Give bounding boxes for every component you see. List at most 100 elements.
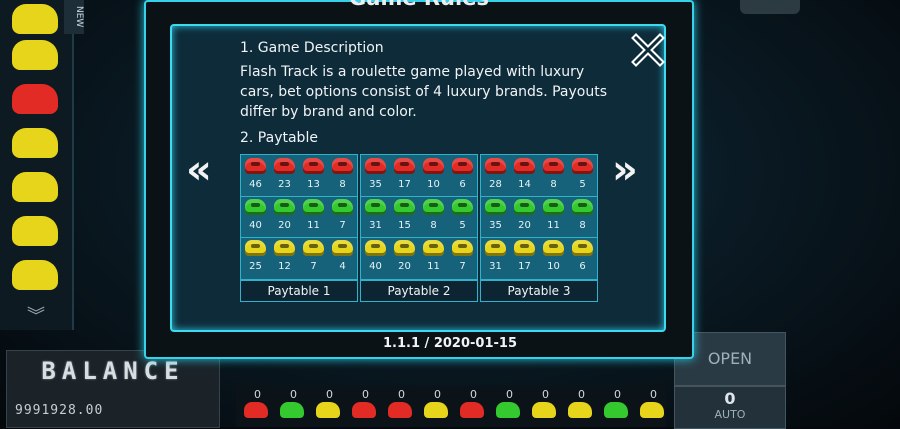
bet-car-icon[interactable] xyxy=(424,402,448,418)
menu-button[interactable] xyxy=(740,0,800,14)
row-divider xyxy=(241,237,357,238)
payout-value: 5 xyxy=(579,179,586,190)
red-car-icon xyxy=(245,158,266,174)
red-car-icon xyxy=(332,158,353,174)
history-car-icon xyxy=(12,260,58,290)
bet-car-icon[interactable] xyxy=(496,402,520,418)
paytable-cell: 31 xyxy=(481,237,510,278)
red-car-icon xyxy=(485,158,506,174)
yellow-car-icon xyxy=(485,240,506,256)
payout-value: 6 xyxy=(459,179,466,190)
paytable-cell: 35 xyxy=(481,196,510,237)
green-car-icon xyxy=(423,199,444,215)
paytable-row-red: 28 14 8 5 xyxy=(481,155,597,196)
green-car-icon xyxy=(485,199,506,215)
green-car-icon xyxy=(245,199,266,215)
bet-count: 0 xyxy=(506,388,513,401)
paytable-cell: 8 xyxy=(419,196,448,237)
paytable-3: 28 14 8 5 35 20 11 8 31 17 10 6 Paytable 3 xyxy=(480,154,598,302)
bet-count: 0 xyxy=(650,388,657,401)
scroll-down-icon[interactable]: ︾ xyxy=(16,302,56,327)
bet-car-icon[interactable] xyxy=(244,402,268,418)
balance-value: 9991928.00 xyxy=(15,403,104,418)
paytable-label: Paytable 1 xyxy=(240,280,358,302)
payout-value: 10 xyxy=(427,179,440,190)
green-car-icon xyxy=(452,199,473,215)
payout-value: 11 xyxy=(547,220,560,231)
paytable-cell: 7 xyxy=(448,237,477,278)
payout-value: 40 xyxy=(249,220,262,231)
yellow-car-icon xyxy=(332,240,353,256)
bet-car-icon[interactable] xyxy=(388,402,412,418)
payout-value: 8 xyxy=(430,220,437,231)
paytable-row-red: 46 23 13 8 xyxy=(241,155,357,196)
payout-value: 35 xyxy=(369,179,382,190)
paytable-cell: 35 xyxy=(361,155,390,196)
bet-car-icon[interactable] xyxy=(352,402,376,418)
bet-count: 0 xyxy=(470,388,477,401)
bet-car-icon[interactable] xyxy=(316,402,340,418)
payout-value: 10 xyxy=(547,261,560,272)
balance-label: BALANCE xyxy=(41,357,185,385)
yellow-car-icon xyxy=(543,240,564,256)
paytable-cell: 28 xyxy=(481,155,510,196)
green-car-icon xyxy=(303,199,324,215)
bet-count: 0 xyxy=(614,388,621,401)
payout-value: 25 xyxy=(249,261,262,272)
yellow-car-icon xyxy=(245,240,266,256)
payout-value: 7 xyxy=(459,261,466,272)
payout-value: 17 xyxy=(518,261,531,272)
payout-value: 20 xyxy=(398,261,411,272)
bet-count: 0 xyxy=(290,388,297,401)
paytable-cell: 8 xyxy=(328,155,357,196)
bet-car-icon[interactable] xyxy=(460,402,484,418)
row-divider xyxy=(481,196,597,197)
payout-value: 31 xyxy=(489,261,502,272)
green-car-icon xyxy=(394,199,415,215)
next-page-arrow-icon[interactable]: » xyxy=(612,150,652,190)
bet-car-icon[interactable] xyxy=(280,402,304,418)
bet-car-icon[interactable] xyxy=(604,402,628,418)
green-car-icon xyxy=(332,199,353,215)
red-car-icon xyxy=(303,158,324,174)
paytable-cell: 11 xyxy=(539,196,568,237)
paytable-cell: 5 xyxy=(568,155,597,196)
row-divider xyxy=(361,196,477,197)
paytable-cell: 14 xyxy=(510,155,539,196)
bet-count: 0 xyxy=(542,388,549,401)
paytable-row-green: 40 20 11 7 xyxy=(241,196,357,237)
paytable-row-yellow: 40 20 11 7 xyxy=(361,237,477,278)
paytable-label: Paytable 3 xyxy=(480,280,598,302)
paytable-grid: 35 17 10 6 31 15 8 5 40 20 11 7 xyxy=(360,154,478,280)
previous-page-arrow-icon[interactable]: « xyxy=(186,150,226,190)
yellow-car-icon xyxy=(514,240,535,256)
paytable-1: 46 23 13 8 40 20 11 7 25 12 7 4 Paytable 1 xyxy=(240,154,358,302)
bet-car-icon[interactable] xyxy=(532,402,556,418)
yellow-car-icon xyxy=(365,240,386,256)
paytable-cell: 4 xyxy=(328,237,357,278)
auto-count: 0 xyxy=(724,389,736,408)
game-description-text: Flash Track is a roulette game played wi… xyxy=(240,64,608,120)
new-tab[interactable]: NEW xyxy=(64,0,84,34)
green-car-icon xyxy=(572,199,593,215)
green-car-icon xyxy=(514,199,535,215)
paytable-cell: 13 xyxy=(299,155,328,196)
bet-car-icon[interactable] xyxy=(568,402,592,418)
payout-value: 13 xyxy=(307,179,320,190)
bet-car-icon[interactable] xyxy=(640,402,664,418)
auto-label: AUTO xyxy=(714,408,746,421)
history-car-icon xyxy=(12,40,58,70)
section-title-paytable: 2. Paytable xyxy=(240,130,318,146)
payout-value: 31 xyxy=(369,220,382,231)
paytable-cell: 23 xyxy=(270,155,299,196)
green-car-icon xyxy=(274,199,295,215)
paytable-cell: 10 xyxy=(539,237,568,278)
payout-value: 6 xyxy=(579,261,586,272)
red-car-icon xyxy=(543,158,564,174)
red-car-icon xyxy=(365,158,386,174)
paytable-cell: 6 xyxy=(448,155,477,196)
paytable-cell: 20 xyxy=(510,196,539,237)
auto-button[interactable]: 0 AUTO xyxy=(674,386,786,429)
payout-value: 35 xyxy=(489,220,502,231)
close-icon[interactable] xyxy=(630,32,666,68)
